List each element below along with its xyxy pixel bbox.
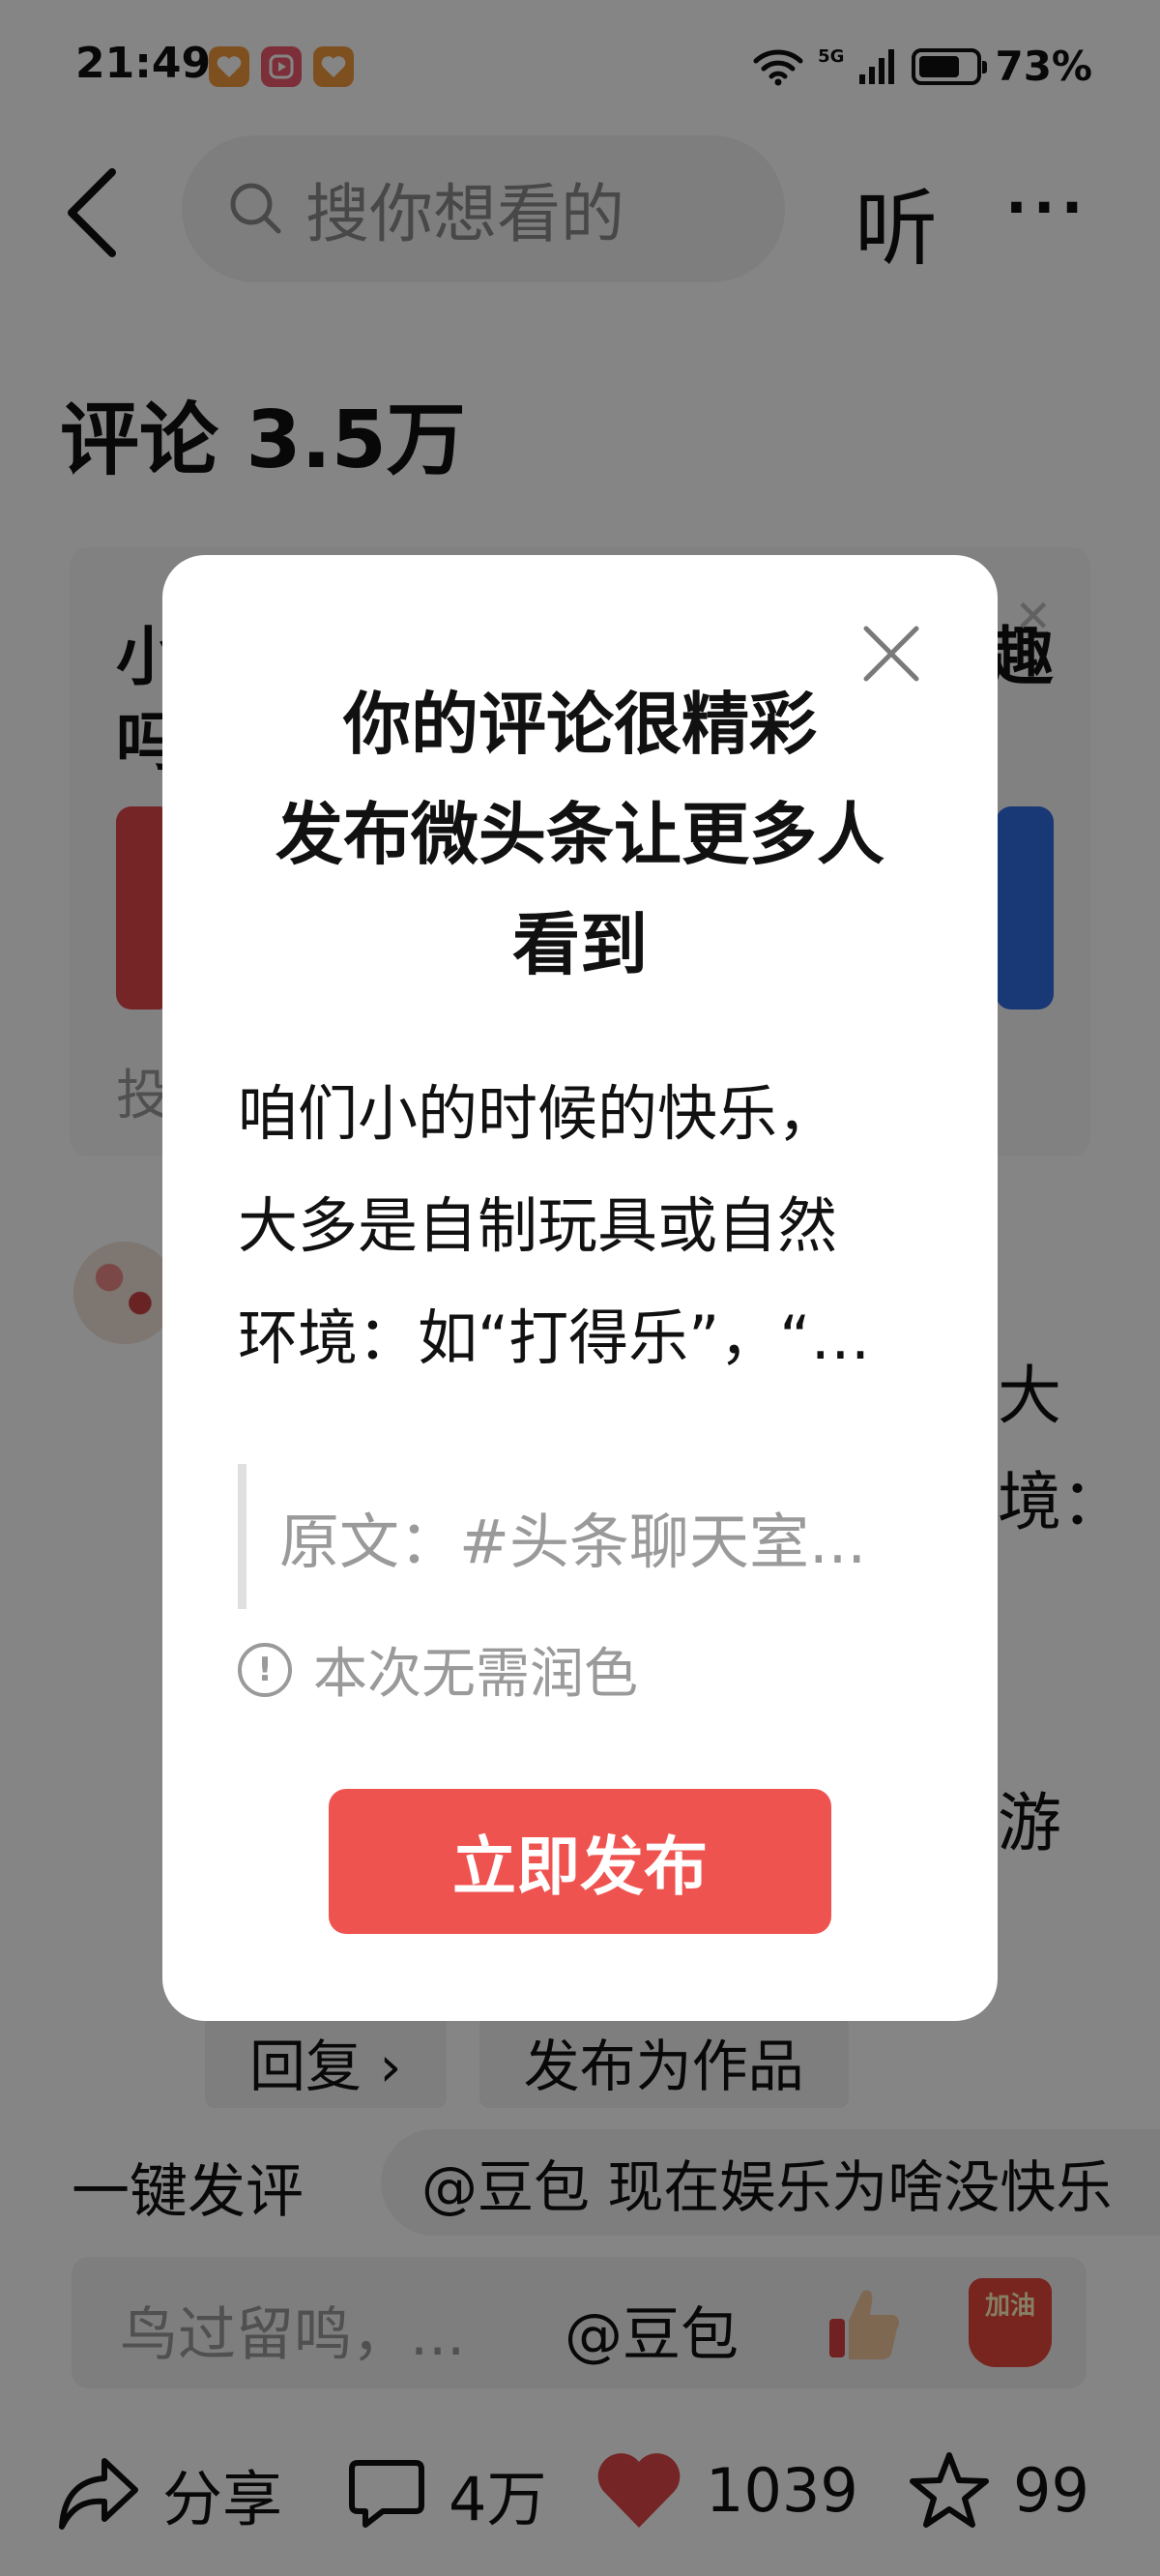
comment-preview-line: 大多是自制玩具或自然 [238,1190,838,1261]
comment-preview-line: 咱们小的时候的快乐， [238,1078,838,1149]
publish-suggestion-dialog: 你的评论很精彩 发布微头条让更多人 看到 咱们小的时候的快乐， 大多是自制玩具或… [162,555,998,2021]
dialog-title: 你的评论很精彩 发布微头条让更多人 看到 [201,669,959,1000]
info-icon: ! [238,1642,292,1697]
dialog-title-line: 发布微头条让更多人 [276,795,884,874]
polish-notice-text: 本次无需润色 [313,1643,638,1706]
comment-preview-line: 环境：如“打得乐”，“… [238,1303,871,1373]
dialog-title-line: 看到 [512,905,648,984]
comment-preview: 咱们小的时候的快乐， 大多是自制玩具或自然 环境：如“打得乐”，“… [238,1058,934,1394]
original-article-quote: 原文：#头条聊天室... [238,1464,934,1609]
dialog-title-line: 你的评论很精彩 [343,685,817,764]
original-article-label: 原文：#头条聊天室... [279,1507,867,1577]
polish-notice: ! 本次无需润色 [238,1630,638,1709]
publish-now-button[interactable]: 立即发布 [329,1789,831,1934]
